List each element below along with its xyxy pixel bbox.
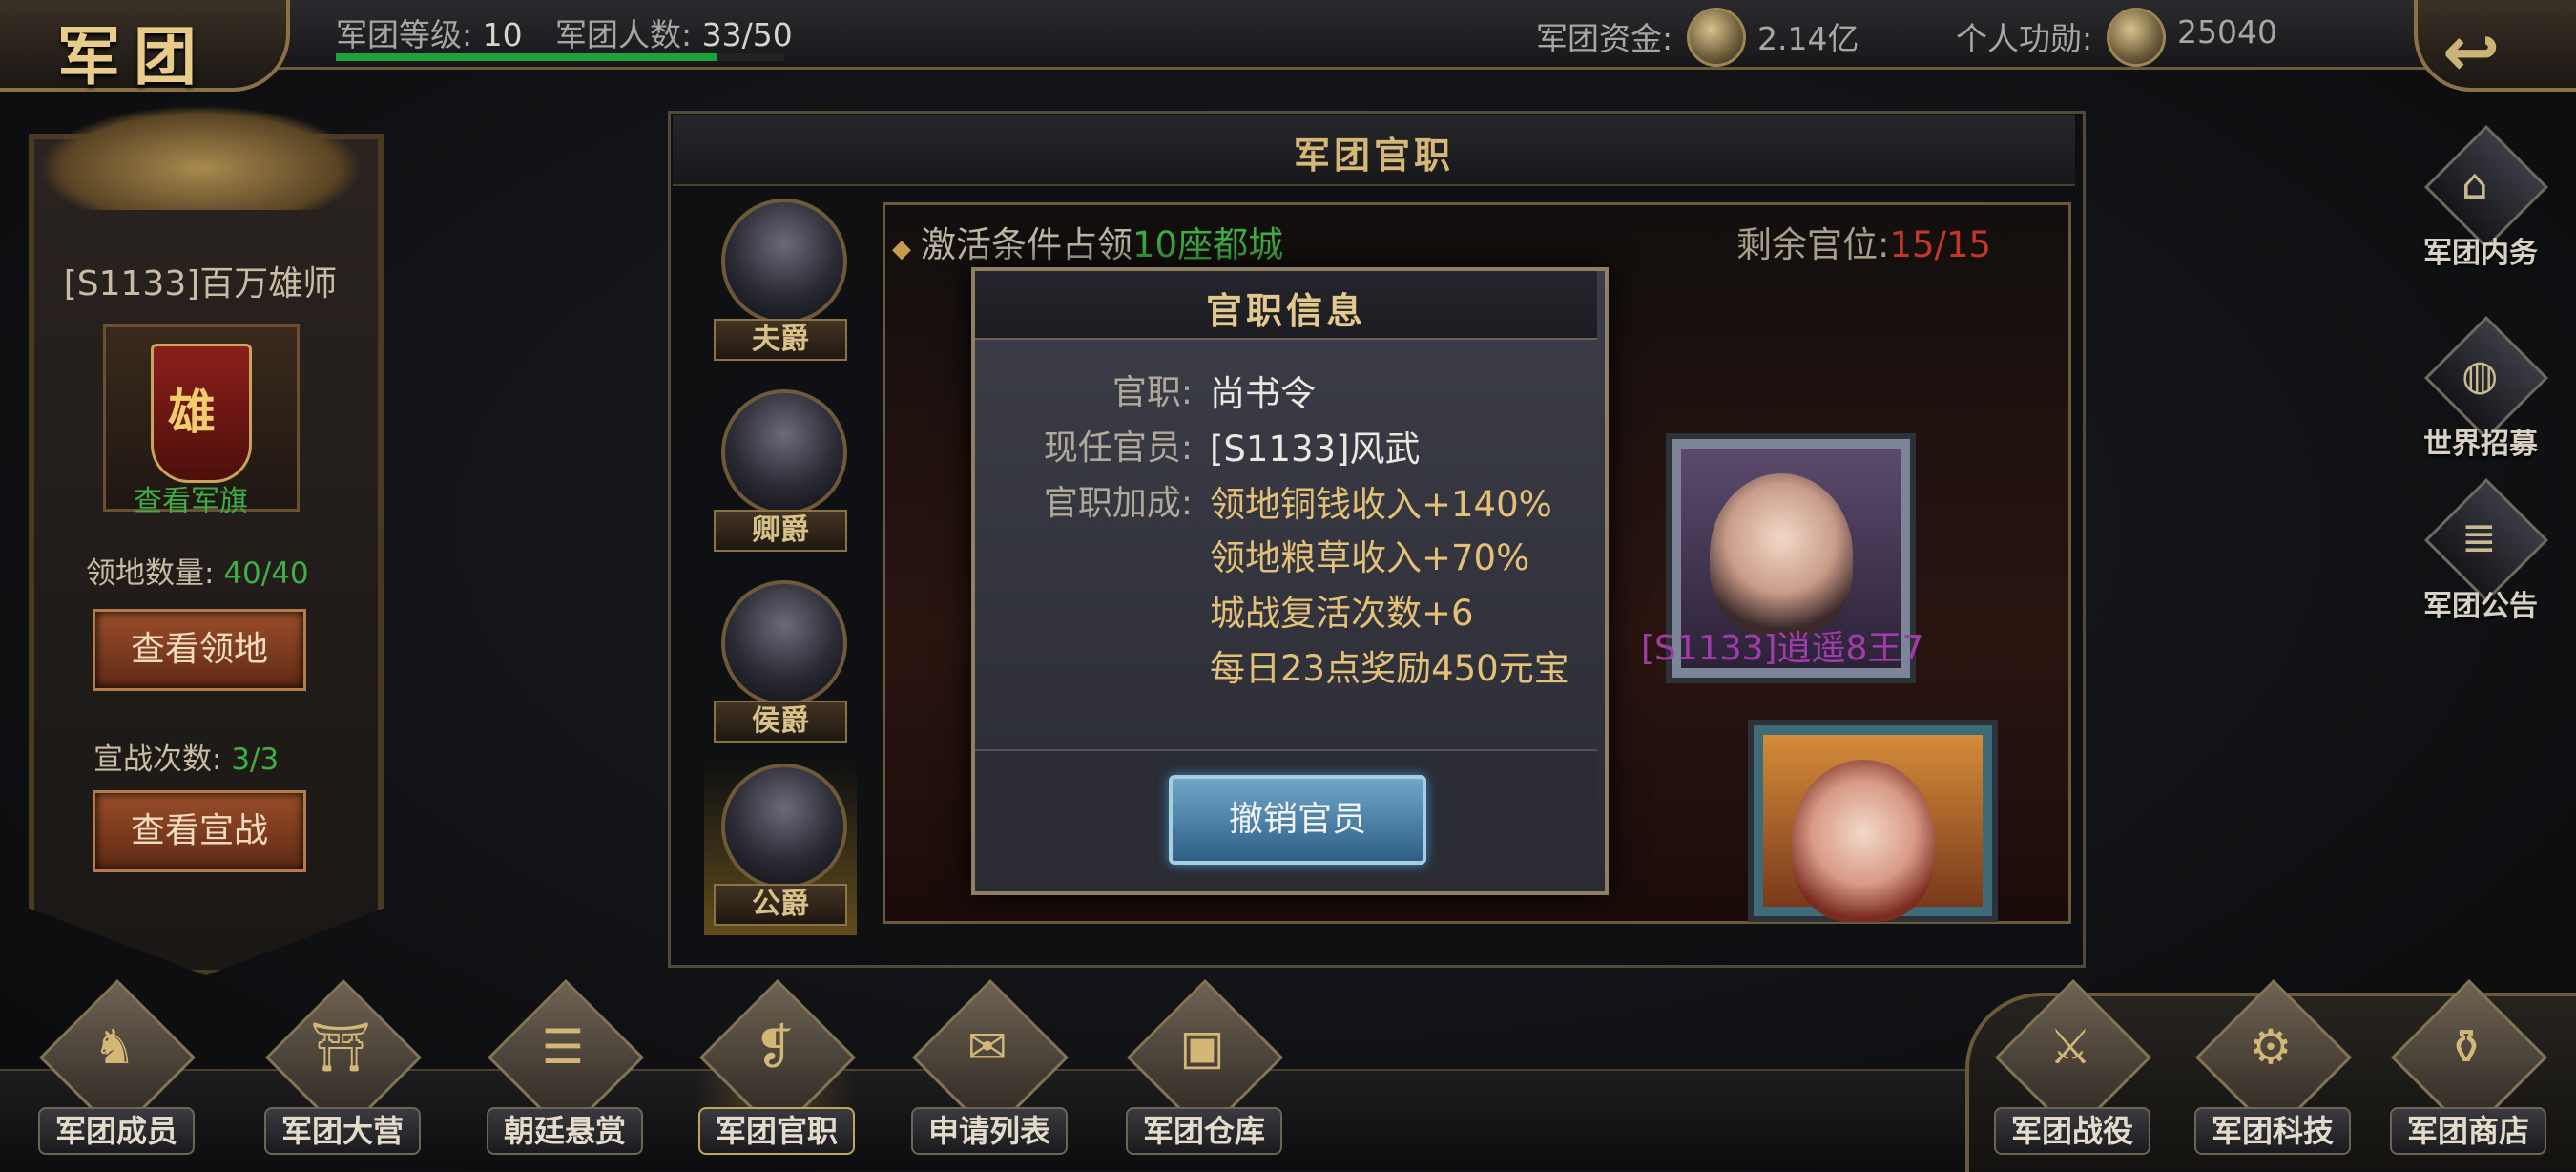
rank-label: 夫爵 [714,319,847,361]
rank-tab-fu[interactable]: 夫爵 [704,199,857,370]
flag-char: 雄 [168,385,216,440]
territory-value: 40/40 [223,556,309,591]
portrait-face [1710,473,1853,636]
rank-tab-qing[interactable]: 卿爵 [704,389,857,561]
panel-title: 军团官职 [1293,135,1454,177]
territory-count: 领地数量: 40/40 [86,549,309,592]
bonus-label: 官职加成: [1043,484,1193,523]
slots-label: 剩余官位: [1736,224,1890,265]
rank-label: 公爵 [714,884,847,926]
coin-icon [1687,8,1746,67]
view-war-button[interactable]: 查看宣战 [93,790,306,872]
bottom-item-battle[interactable]: ⚔ 军团战役 [1989,978,2152,1155]
rank-tab-hou[interactable]: 侯爵 [704,580,857,752]
bottom-item-applications[interactable]: ✉ 申请列表 [906,978,1070,1155]
helmet-icon [721,199,847,324]
merit-label: 个人功勋: [1956,20,2093,57]
holder-name: [S1133]逍遥8王7 [1641,629,1924,668]
level-progress-bar [336,53,784,61]
guild-affairs-button[interactable]: ⌂ 军团内务 [2423,124,2549,270]
page-title: 军团 [57,19,210,94]
back-arrow-icon[interactable]: ↩ [2442,11,2500,92]
portrait-face [1792,760,1935,922]
view-territory-button[interactable]: 查看领地 [93,609,306,691]
bottom-item-bounty[interactable]: ☰ 朝廷悬赏 [482,978,645,1155]
guild-members-label: 军团人数: [555,16,693,53]
guild-funds-value: 2.14亿 [1757,20,1859,57]
helmet-icon [721,764,847,889]
post-value: 尚书令 [1210,373,1316,414]
guild-level-label: 军团等级: [336,16,473,53]
bottom-item-label: 申请列表 [911,1107,1068,1155]
merit-icon [2107,8,2166,67]
bottom-item-label: 军团大营 [264,1107,421,1155]
remaining-slots: 剩余官位:15/15 [1736,216,1991,267]
guild-level: 军团等级: 10 [336,10,523,55]
diamond-bullet-icon: ◆ [892,235,911,263]
world-recruit-label: 世界招募 [2423,428,2538,461]
helmet-icon [721,580,847,706]
bottom-item-label: 军团战役 [1994,1107,2150,1155]
bottom-item-members[interactable]: ♞ 军团成员 [33,978,197,1155]
modal-title: 官职信息 [1205,290,1366,332]
guild-members: 军团人数: 33/50 [555,10,793,55]
post-label: 官职: [1111,373,1193,412]
guild-members-value: 33/50 [701,16,793,53]
rank-tab-gong[interactable]: 公爵 [704,764,857,935]
world-recruit-button[interactable]: ◍ 世界招募 [2423,315,2549,461]
guild-affairs-label: 军团内务 [2423,237,2538,270]
holder-value: [S1133]风武 [1210,429,1421,470]
revoke-official-button[interactable]: 撤销官员 [1169,775,1426,865]
bottom-item-officials[interactable]: ❡ 军团官职 [694,978,857,1155]
war-count: 宣战次数: 3/3 [93,735,279,778]
bottom-item-label: 军团商店 [2390,1107,2546,1155]
bottom-item-label: 军团仓库 [1126,1107,1282,1155]
activation-condition: ◆ 激活条件占领10座都城 [892,216,1283,267]
bottom-item-label: 军团成员 [38,1107,195,1155]
bottom-item-camp[interactable]: ⛩ 军团大营 [260,978,423,1155]
war-value: 3/3 [231,743,280,777]
dragon-crest-icon [38,105,363,210]
guild-notice-button[interactable]: ≣ 军团公告 [2423,477,2549,623]
bottom-item-label: 军团科技 [2194,1107,2351,1155]
view-flag-link[interactable]: 查看军旗 [134,477,248,519]
portrait-frame-2[interactable] [1754,725,1992,922]
bottom-item-warehouse[interactable]: ▣ 军团仓库 [1121,978,1284,1155]
bonus-item: 领地铜钱收入+140% [1210,484,1552,525]
rank-label: 侯爵 [714,701,847,743]
bottom-item-shop[interactable]: ⚱ 军团商店 [2385,978,2548,1155]
territory-label: 领地数量: [86,556,215,591]
war-label: 宣战次数: [93,743,222,777]
guild-name: [S1133]百万雄师 [63,264,338,303]
bonus-item: 每日23点奖励450元宝 [1210,648,1569,689]
rank-label: 卿爵 [714,510,847,552]
bottom-item-tech[interactable]: ⚙ 军团科技 [2190,978,2353,1155]
bottom-item-label: 朝廷悬赏 [487,1107,643,1155]
guild-funds-label: 军团资金: [1536,20,1673,57]
guild-level-value: 10 [482,16,523,53]
merit-value: 25040 [2177,13,2277,51]
bonus-item: 领地粮草收入+70% [1210,537,1530,578]
bonus-item: 城战复活次数+6 [1210,593,1474,634]
holder-label: 现任官员: [1043,429,1193,468]
condition-value: 10座都城 [1132,224,1284,265]
condition-prefix: 激活条件占领 [921,224,1132,265]
slots-value: 15/15 [1889,224,1992,265]
guild-notice-label: 军团公告 [2423,590,2538,623]
helmet-icon [721,389,847,515]
bottom-item-label: 军团官职 [698,1107,855,1155]
